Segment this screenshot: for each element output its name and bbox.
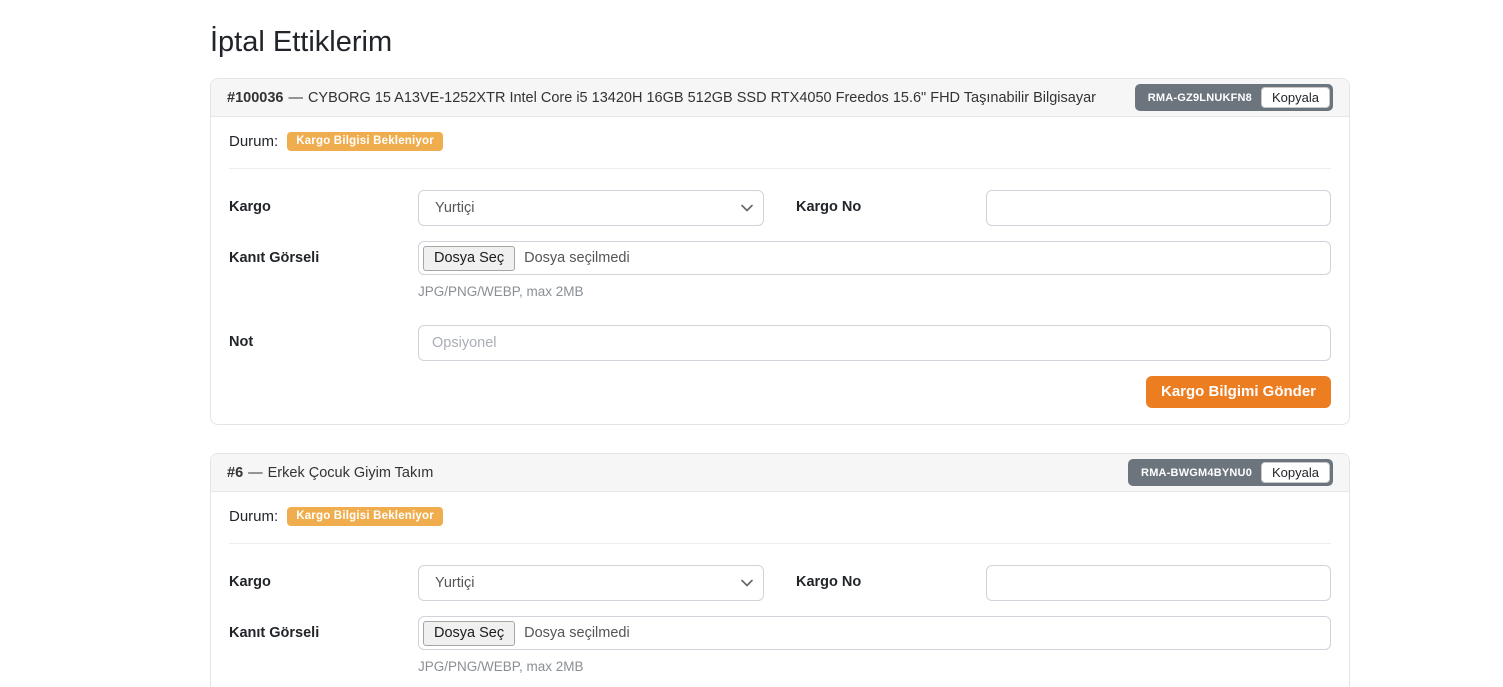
page-container: İptal Ettiklerim #100036 — CYBORG 15 A13VE… xyxy=(210,26,1350,687)
shipping-form: Kargo Yurtiçi Kargo No Kanıt Görseli xyxy=(211,169,1349,424)
product-name: Erkek Çocuk Giyim Takım xyxy=(268,465,434,481)
rma-code-text: RMA-BWGM4BYNU0 xyxy=(1141,467,1252,479)
card-header: #100036 — CYBORG 15 A13VE-1252XTR Intel Co… xyxy=(211,79,1349,117)
kargo-no-wrap xyxy=(986,190,1331,226)
kargo-no-label: Kargo No xyxy=(796,565,986,590)
copy-button[interactable]: Kopyala xyxy=(1261,462,1330,483)
kanit-label: Kanıt Görseli xyxy=(229,616,418,641)
form-row-kanit: Kanıt Görseli Dosya Seç Dosya seçilmedi … xyxy=(229,241,1331,299)
kargo-select[interactable]: Yurtiçi xyxy=(418,565,764,601)
status-row: Durum: Kargo Bilgisi Bekleniyor xyxy=(211,117,1349,168)
order-separator: — xyxy=(248,465,263,481)
kargo-no-wrap xyxy=(986,565,1331,601)
kargo-select-wrap: Yurtiçi xyxy=(418,565,764,601)
rma-code-badge: RMA-GZ9LNUKFN8 Kopyala xyxy=(1135,84,1333,111)
shipping-form: Kargo Yurtiçi Kargo No Kanıt Görseli xyxy=(211,544,1349,687)
status-row: Durum: Kargo Bilgisi Bekleniyor xyxy=(211,492,1349,543)
file-status-text: Dosya seçilmedi xyxy=(524,250,630,266)
status-label: Durum: xyxy=(229,133,278,150)
status-badge: Kargo Bilgisi Bekleniyor xyxy=(287,507,443,526)
order-title: #100036 — CYBORG 15 A13VE-1252XTR Intel Co… xyxy=(227,90,1096,106)
not-wrap xyxy=(418,325,1331,361)
page-title: İptal Ettiklerim xyxy=(210,26,1350,59)
status-badge: Kargo Bilgisi Bekleniyor xyxy=(287,132,443,151)
file-hint: JPG/PNG/WEBP, max 2MB xyxy=(418,284,1331,299)
order-title: #6 — Erkek Çocuk Giyim Takım xyxy=(227,465,433,481)
card-header: #6 — Erkek Çocuk Giyim Takım RMA-BWGM4BYNU… xyxy=(211,454,1349,492)
product-name: CYBORG 15 A13VE-1252XTR Intel Core i5 13… xyxy=(308,90,1096,106)
rma-code-text: RMA-GZ9LNUKFN8 xyxy=(1148,92,1252,104)
order-separator: — xyxy=(288,90,303,106)
file-choose-button[interactable]: Dosya Seç xyxy=(423,621,515,646)
copy-button[interactable]: Kopyala xyxy=(1261,87,1330,108)
rma-code-badge: RMA-BWGM4BYNU0 Kopyala xyxy=(1128,459,1333,486)
rma-card: #6 — Erkek Çocuk Giyim Takım RMA-BWGM4BYNU… xyxy=(210,453,1350,687)
form-row-submit: Kargo Bilgimi Gönder xyxy=(229,376,1331,408)
file-choose-button[interactable]: Dosya Seç xyxy=(423,246,515,271)
file-status-text: Dosya seçilmedi xyxy=(524,625,630,641)
kargo-no-label: Kargo No xyxy=(796,190,986,215)
form-row-kanit: Kanıt Görseli Dosya Seç Dosya seçilmedi … xyxy=(229,616,1331,674)
file-input[interactable]: Dosya Seç Dosya seçilmedi xyxy=(418,616,1331,650)
not-label: Not xyxy=(229,325,418,350)
kanit-label: Kanıt Görseli xyxy=(229,241,418,266)
order-number: #100036 xyxy=(227,90,283,106)
kanit-control: Dosya Seç Dosya seçilmedi JPG/PNG/WEBP, … xyxy=(418,616,1331,674)
order-number: #6 xyxy=(227,465,243,481)
kargo-select[interactable]: Yurtiçi xyxy=(418,190,764,226)
rma-card: #100036 — CYBORG 15 A13VE-1252XTR Intel Co… xyxy=(210,78,1350,425)
file-hint: JPG/PNG/WEBP, max 2MB xyxy=(418,659,1331,674)
status-label: Durum: xyxy=(229,508,278,525)
kargo-no-input[interactable] xyxy=(986,190,1331,226)
submit-shipping-button[interactable]: Kargo Bilgimi Gönder xyxy=(1146,376,1331,408)
file-input[interactable]: Dosya Seç Dosya seçilmedi xyxy=(418,241,1331,275)
form-row-kargo: Kargo Yurtiçi Kargo No xyxy=(229,190,1331,226)
form-row-not: Not xyxy=(229,325,1331,361)
kargo-label: Kargo xyxy=(229,190,418,215)
not-input[interactable] xyxy=(418,325,1331,361)
kargo-select-wrap: Yurtiçi xyxy=(418,190,764,226)
kanit-control: Dosya Seç Dosya seçilmedi JPG/PNG/WEBP, … xyxy=(418,241,1331,299)
form-row-kargo: Kargo Yurtiçi Kargo No xyxy=(229,565,1331,601)
kargo-label: Kargo xyxy=(229,565,418,590)
kargo-no-input[interactable] xyxy=(986,565,1331,601)
